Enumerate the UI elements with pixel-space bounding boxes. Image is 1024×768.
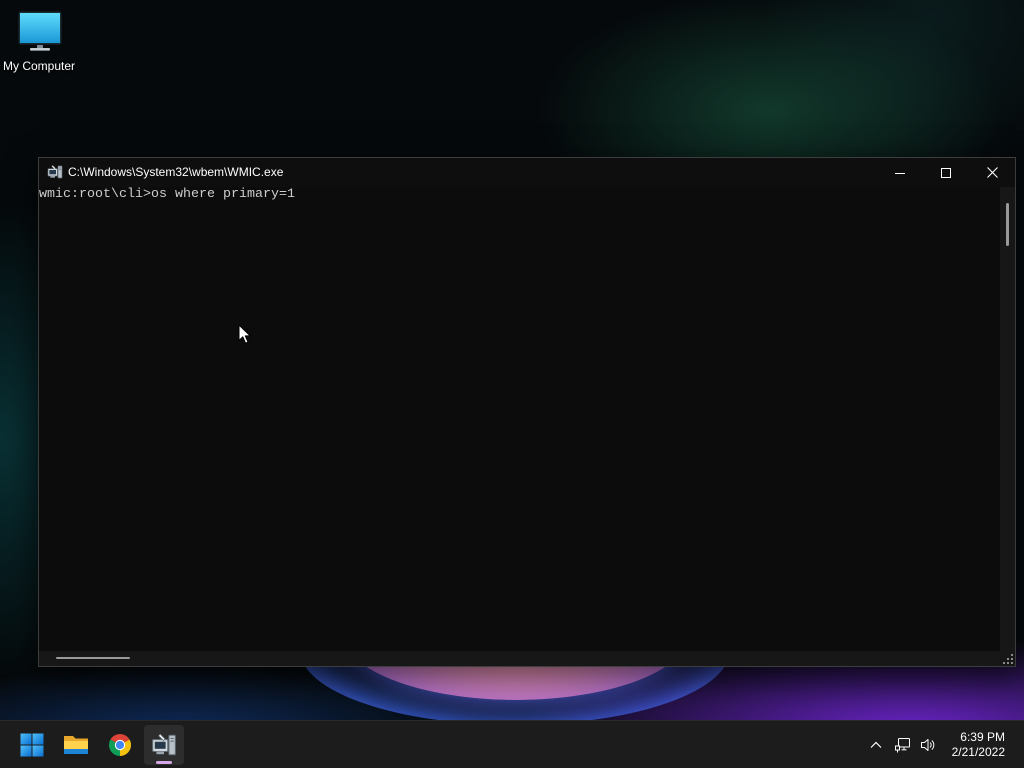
horizontal-scrollbar-thumb[interactable]: [56, 657, 130, 659]
clock-time: 6:39 PM: [960, 730, 1005, 744]
resize-grip[interactable]: [1000, 651, 1015, 666]
active-indicator: [156, 761, 172, 764]
minimize-button[interactable]: [877, 158, 923, 187]
wmic-console-window[interactable]: C:\Windows\System32\wbem\WMIC.exe wmic:r…: [38, 157, 1016, 667]
clock-date: 2/21/2022: [951, 745, 1005, 759]
taskbar-chrome-button[interactable]: [100, 725, 140, 765]
start-button[interactable]: [12, 725, 52, 765]
windows-start-icon: [20, 733, 44, 757]
close-icon: [986, 167, 998, 178]
console-line: wmic:root\cli>os where primary=1: [39, 187, 295, 202]
console-output[interactable]: wmic:root\cli>os where primary=1: [39, 187, 1000, 651]
desktop-icon-my-computer[interactable]: My Computer: [1, 6, 77, 76]
title-bar[interactable]: C:\Windows\System32\wbem\WMIC.exe: [39, 158, 1015, 187]
chevron-up-icon: [870, 741, 882, 748]
taskbar-file-explorer-button[interactable]: [56, 725, 96, 765]
file-explorer-folder-icon: [64, 736, 88, 754]
wmic-app-icon: [47, 165, 63, 179]
wmic-app-icon: [152, 733, 176, 756]
volume-icon: [921, 739, 935, 751]
show-hidden-icons-button[interactable]: [864, 725, 888, 765]
maximize-icon: [941, 167, 951, 178]
network-icon: [895, 738, 910, 753]
maximize-button[interactable]: [923, 158, 969, 187]
window-title: C:\Windows\System32\wbem\WMIC.exe: [68, 165, 284, 179]
vertical-scrollbar[interactable]: [1000, 187, 1015, 651]
minimize-icon: [895, 172, 905, 174]
vertical-scrollbar-thumb[interactable]: [1006, 203, 1009, 246]
clock-button[interactable]: 6:39 PM 2/21/2022: [946, 730, 1006, 760]
my-computer-icon: [18, 11, 62, 51]
taskbar-wmic-button[interactable]: [144, 725, 184, 765]
horizontal-scrollbar[interactable]: [39, 651, 1000, 666]
chrome-icon: [109, 734, 131, 756]
quick-settings-button[interactable]: [890, 725, 942, 765]
desktop-icon-label: My Computer: [2, 59, 76, 73]
taskbar: 6:39 PM 2/21/2022: [0, 720, 1024, 768]
resize-grip-icon: [1003, 654, 1013, 664]
close-button[interactable]: [969, 158, 1015, 187]
mouse-pointer-icon: [238, 324, 251, 344]
